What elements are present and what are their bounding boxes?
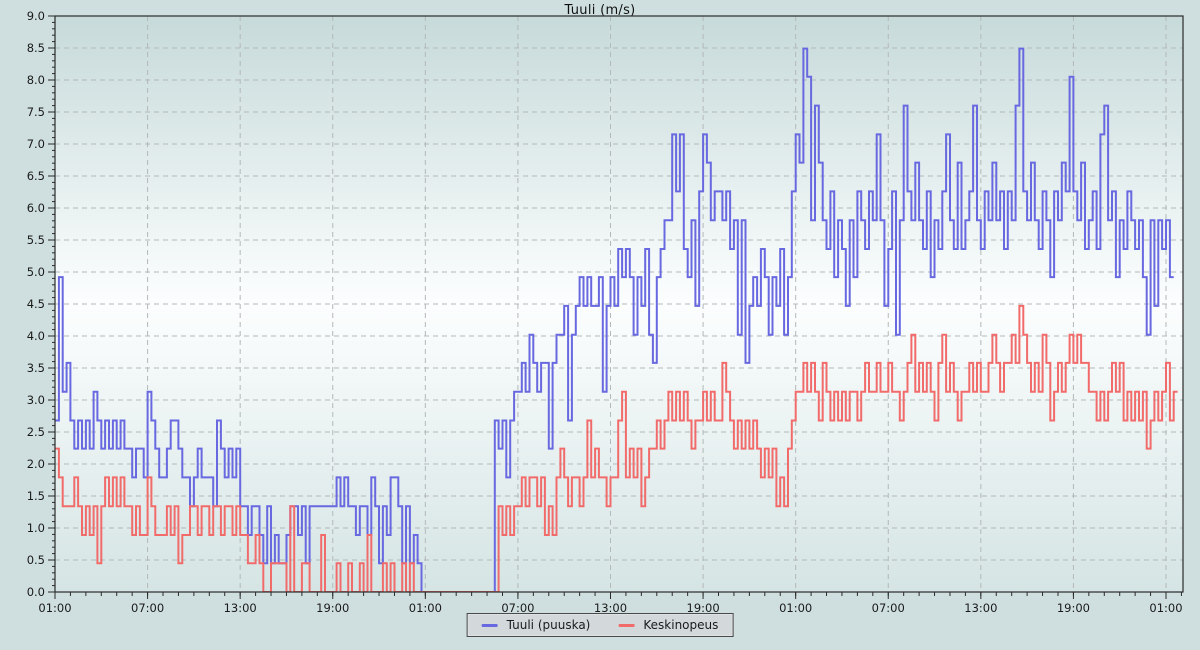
svg-text:3.0: 3.0 xyxy=(27,393,45,407)
mean-line-swatch xyxy=(618,624,634,627)
legend-label-gust: Tuuli (puuska) xyxy=(507,618,591,632)
svg-text:3.5: 3.5 xyxy=(27,361,45,375)
svg-text:0.5: 0.5 xyxy=(27,553,45,567)
legend-label-mean: Keskinopeus xyxy=(643,618,718,632)
svg-text:01:00: 01:00 xyxy=(779,601,812,615)
svg-text:8.0: 8.0 xyxy=(27,73,45,87)
svg-text:9.0: 9.0 xyxy=(27,9,45,23)
svg-text:13:00: 13:00 xyxy=(224,601,257,615)
svg-text:8.5: 8.5 xyxy=(27,41,45,55)
svg-text:4.0: 4.0 xyxy=(27,329,45,343)
wind-chart-plot: 0.0 0.5 1.0 1.5 2.0 2.5 3.0 3.5 4.0 4.5 5.0 5.5 6.0 6… xyxy=(0,0,1200,650)
svg-text:01:00: 01:00 xyxy=(38,601,71,615)
legend-item-gust: Tuuli (puuska) xyxy=(482,618,591,632)
svg-text:7.5: 7.5 xyxy=(27,105,45,119)
svg-text:13:00: 13:00 xyxy=(964,601,997,615)
svg-text:5.5: 5.5 xyxy=(27,233,45,247)
svg-text:01:00: 01:00 xyxy=(409,601,442,615)
svg-text:2.0: 2.0 xyxy=(27,457,45,471)
svg-text:01:00: 01:00 xyxy=(1149,601,1182,615)
wind-chart-page: Tuuli (m/s) 0.00.51.01.52.02.53.03.54.04… xyxy=(0,0,1200,650)
chart-legend: Tuuli (puuska) Keskinopeus xyxy=(467,613,734,637)
legend-item-mean: Keskinopeus xyxy=(618,618,718,632)
svg-text:5.0: 5.0 xyxy=(27,265,45,279)
svg-text:19:00: 19:00 xyxy=(1057,601,1090,615)
svg-text:2.5: 2.5 xyxy=(27,425,45,439)
svg-text:1.0: 1.0 xyxy=(27,521,45,535)
svg-text:19:00: 19:00 xyxy=(316,601,349,615)
svg-text:0.0: 0.0 xyxy=(27,585,45,599)
svg-text:07:00: 07:00 xyxy=(872,601,905,615)
svg-text:07:00: 07:00 xyxy=(131,601,164,615)
svg-text:4.5: 4.5 xyxy=(27,297,45,311)
svg-text:6.5: 6.5 xyxy=(27,169,45,183)
gust-line-swatch xyxy=(482,624,498,627)
svg-text:1.5: 1.5 xyxy=(27,489,45,503)
svg-text:6.0: 6.0 xyxy=(27,201,45,215)
svg-text:7.0: 7.0 xyxy=(27,137,45,151)
